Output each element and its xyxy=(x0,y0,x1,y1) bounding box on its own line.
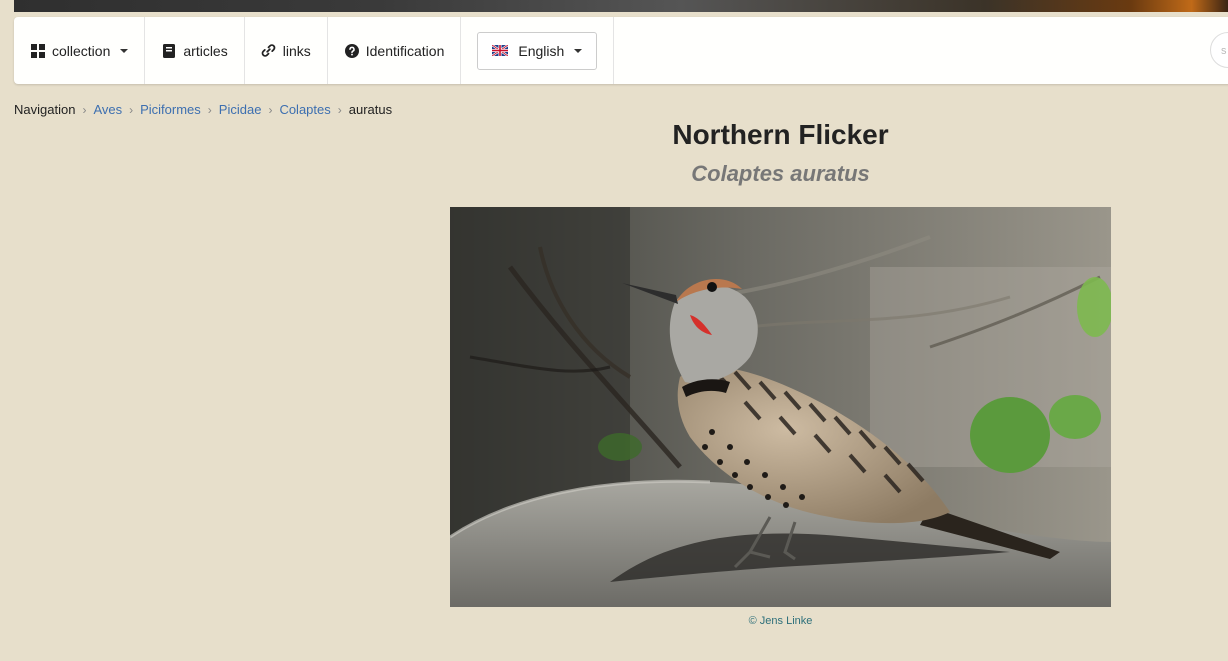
nav-articles-label: articles xyxy=(183,42,228,59)
nav-identification[interactable]: Identification xyxy=(328,17,462,84)
chevron-right-icon: › xyxy=(268,102,273,117)
species-common-name: Northern Flicker xyxy=(672,119,889,150)
photo-credit[interactable]: © Jens Linke xyxy=(450,615,1111,627)
search-input[interactable]: s xyxy=(1210,32,1228,68)
nav-articles[interactable]: articles xyxy=(145,17,245,84)
main-navbar: collection articles links Identification xyxy=(14,17,1228,84)
language-dropdown-button[interactable]: English xyxy=(477,31,598,70)
breadcrumb-link-family[interactable]: Picidae xyxy=(219,102,262,117)
breadcrumb-link-order[interactable]: Piciformes xyxy=(140,102,201,117)
breadcrumb-link-genus[interactable]: Colaptes xyxy=(279,102,330,117)
nav-links[interactable]: links xyxy=(245,17,328,84)
nav-links-label: links xyxy=(282,42,311,59)
breadcrumb-root: Navigation xyxy=(14,102,76,117)
nav-identification-label: Identification xyxy=(365,42,445,59)
chevron-right-icon: › xyxy=(337,102,342,117)
species-scientific-name: Colaptes auratus xyxy=(691,161,870,186)
question-circle-icon xyxy=(344,43,360,59)
link-icon xyxy=(261,43,277,59)
uk-flag-icon xyxy=(491,43,509,59)
nav-collection-label: collection xyxy=(52,42,111,59)
language-label: English xyxy=(518,42,565,59)
grid-icon xyxy=(30,43,46,59)
chevron-right-icon: › xyxy=(129,102,134,117)
breadcrumb: Navigation › Aves › Piciformes › Picidae… xyxy=(14,102,392,117)
breadcrumb-current: auratus xyxy=(348,102,393,117)
species-photo[interactable] xyxy=(450,207,1111,607)
book-icon xyxy=(161,43,177,59)
chevron-right-icon: › xyxy=(82,102,87,117)
header-banner-image xyxy=(14,0,1228,12)
breadcrumb-link-class[interactable]: Aves xyxy=(93,102,122,117)
caret-down-icon xyxy=(120,48,129,53)
language-selector-wrap: English xyxy=(461,17,615,84)
chevron-right-icon: › xyxy=(207,102,212,117)
caret-down-icon xyxy=(574,48,583,53)
nav-collection-dropdown[interactable]: collection xyxy=(14,17,146,84)
